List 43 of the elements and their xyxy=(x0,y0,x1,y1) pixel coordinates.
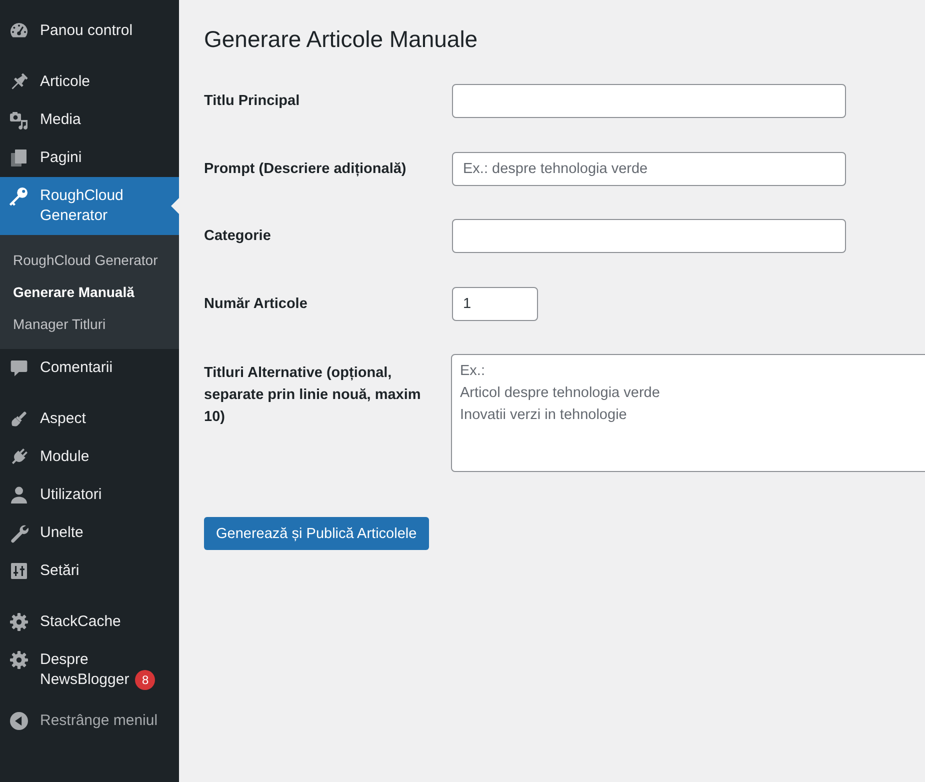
pin-icon xyxy=(9,72,29,92)
submenu-item[interactable]: Generare Manuală xyxy=(0,276,179,308)
paintbrush-icon xyxy=(9,409,29,429)
input-field[interactable] xyxy=(452,219,846,253)
gear-icon xyxy=(9,650,29,670)
input-field[interactable]: Ex.: despre tehnologia verde xyxy=(452,152,846,186)
input-field[interactable] xyxy=(452,84,846,118)
speech-bubble-icon xyxy=(9,358,29,378)
wrench-icon xyxy=(9,523,29,543)
number-field[interactable]: 1 xyxy=(452,286,538,320)
key-icon xyxy=(9,186,29,206)
menu-item[interactable]: Setări xyxy=(0,552,179,590)
field-label: Titlu Principal xyxy=(204,92,300,111)
text-area[interactable]: Ex.: Articol despre tehnologia verde Inovatii verzi in tehnologie xyxy=(451,354,925,472)
submenu-item[interactable]: RoughCloud Generator xyxy=(0,244,179,276)
collapse-menu-button[interactable]: Restrânge meniul xyxy=(0,702,158,740)
menu-item[interactable]: Comentarii xyxy=(0,349,179,387)
notification-badge: 8 xyxy=(135,670,156,690)
menu-item[interactable]: Module xyxy=(0,438,179,476)
submit-button[interactable]: Generează și Publică Articolele xyxy=(204,517,429,550)
menu-item[interactable]: StackCache xyxy=(0,603,179,641)
menu-item[interactable]: Unelte xyxy=(0,514,179,552)
field-label: Număr Articole xyxy=(204,294,308,314)
field-label: Prompt (Descriere adițională) xyxy=(204,160,406,178)
menu-item[interactable]: Utilizatori xyxy=(0,476,179,514)
arrow-circle-icon xyxy=(9,711,29,732)
sliders-icon xyxy=(9,561,29,581)
menu-item[interactable]: Pagini xyxy=(0,139,179,177)
media-icon xyxy=(9,110,29,130)
menu-item[interactable]: Panou control xyxy=(0,12,179,50)
menu-item[interactable]: RoughCloud Generator xyxy=(0,177,179,235)
plug-icon xyxy=(9,447,29,467)
menu-item[interactable]: Aspect xyxy=(0,400,179,438)
menu-item[interactable]: Media xyxy=(0,101,179,139)
pages-icon xyxy=(9,148,29,168)
user-icon xyxy=(9,485,29,505)
gear-icon xyxy=(9,612,29,632)
page-title: Generare Articole Manuale xyxy=(204,25,478,54)
submenu-item[interactable]: Manager Titluri xyxy=(0,308,179,340)
menu-item[interactable]: Despre NewsBlogger 8 xyxy=(0,641,179,700)
menu-item[interactable]: Articole xyxy=(0,63,179,101)
field-label: Titluri Alternative (opțional, separate prin linie nouă, maxim 10) xyxy=(204,364,422,427)
field-label: Categorie xyxy=(204,227,271,246)
